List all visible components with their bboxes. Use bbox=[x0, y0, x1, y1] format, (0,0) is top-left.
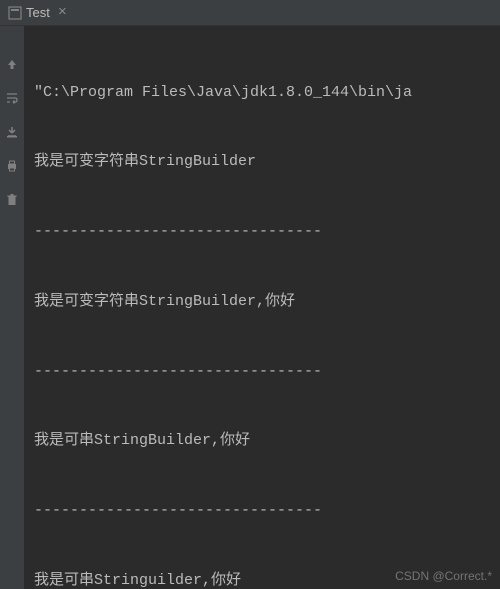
console-line: 我是可变字符串StringBuilder bbox=[34, 150, 490, 173]
main-area: "C:\Program Files\Java\jdk1.8.0_144\bin\… bbox=[0, 26, 500, 589]
console-line: 我是可串StringBuilder,你好 bbox=[34, 429, 490, 452]
console-line: "C:\Program Files\Java\jdk1.8.0_144\bin\… bbox=[34, 81, 490, 104]
console-output[interactable]: "C:\Program Files\Java\jdk1.8.0_144\bin\… bbox=[24, 26, 500, 589]
console-line: -------------------------------- bbox=[34, 499, 490, 522]
console-line: -------------------------------- bbox=[34, 360, 490, 383]
up-arrow-icon[interactable] bbox=[4, 56, 20, 72]
console-line: 我是可变字符串StringBuilder,你好 bbox=[34, 290, 490, 313]
run-config-icon bbox=[8, 6, 22, 20]
download-icon[interactable] bbox=[4, 124, 20, 140]
tab-bar: Test × bbox=[0, 0, 500, 26]
gutter-toolbar bbox=[0, 26, 24, 589]
console-line: -------------------------------- bbox=[34, 220, 490, 243]
tab-label[interactable]: Test bbox=[26, 5, 50, 20]
print-icon[interactable] bbox=[4, 158, 20, 174]
trash-icon[interactable] bbox=[4, 192, 20, 208]
wrap-icon[interactable] bbox=[4, 90, 20, 106]
watermark: CSDN @Correct.* bbox=[395, 569, 492, 583]
close-icon[interactable]: × bbox=[58, 5, 67, 20]
